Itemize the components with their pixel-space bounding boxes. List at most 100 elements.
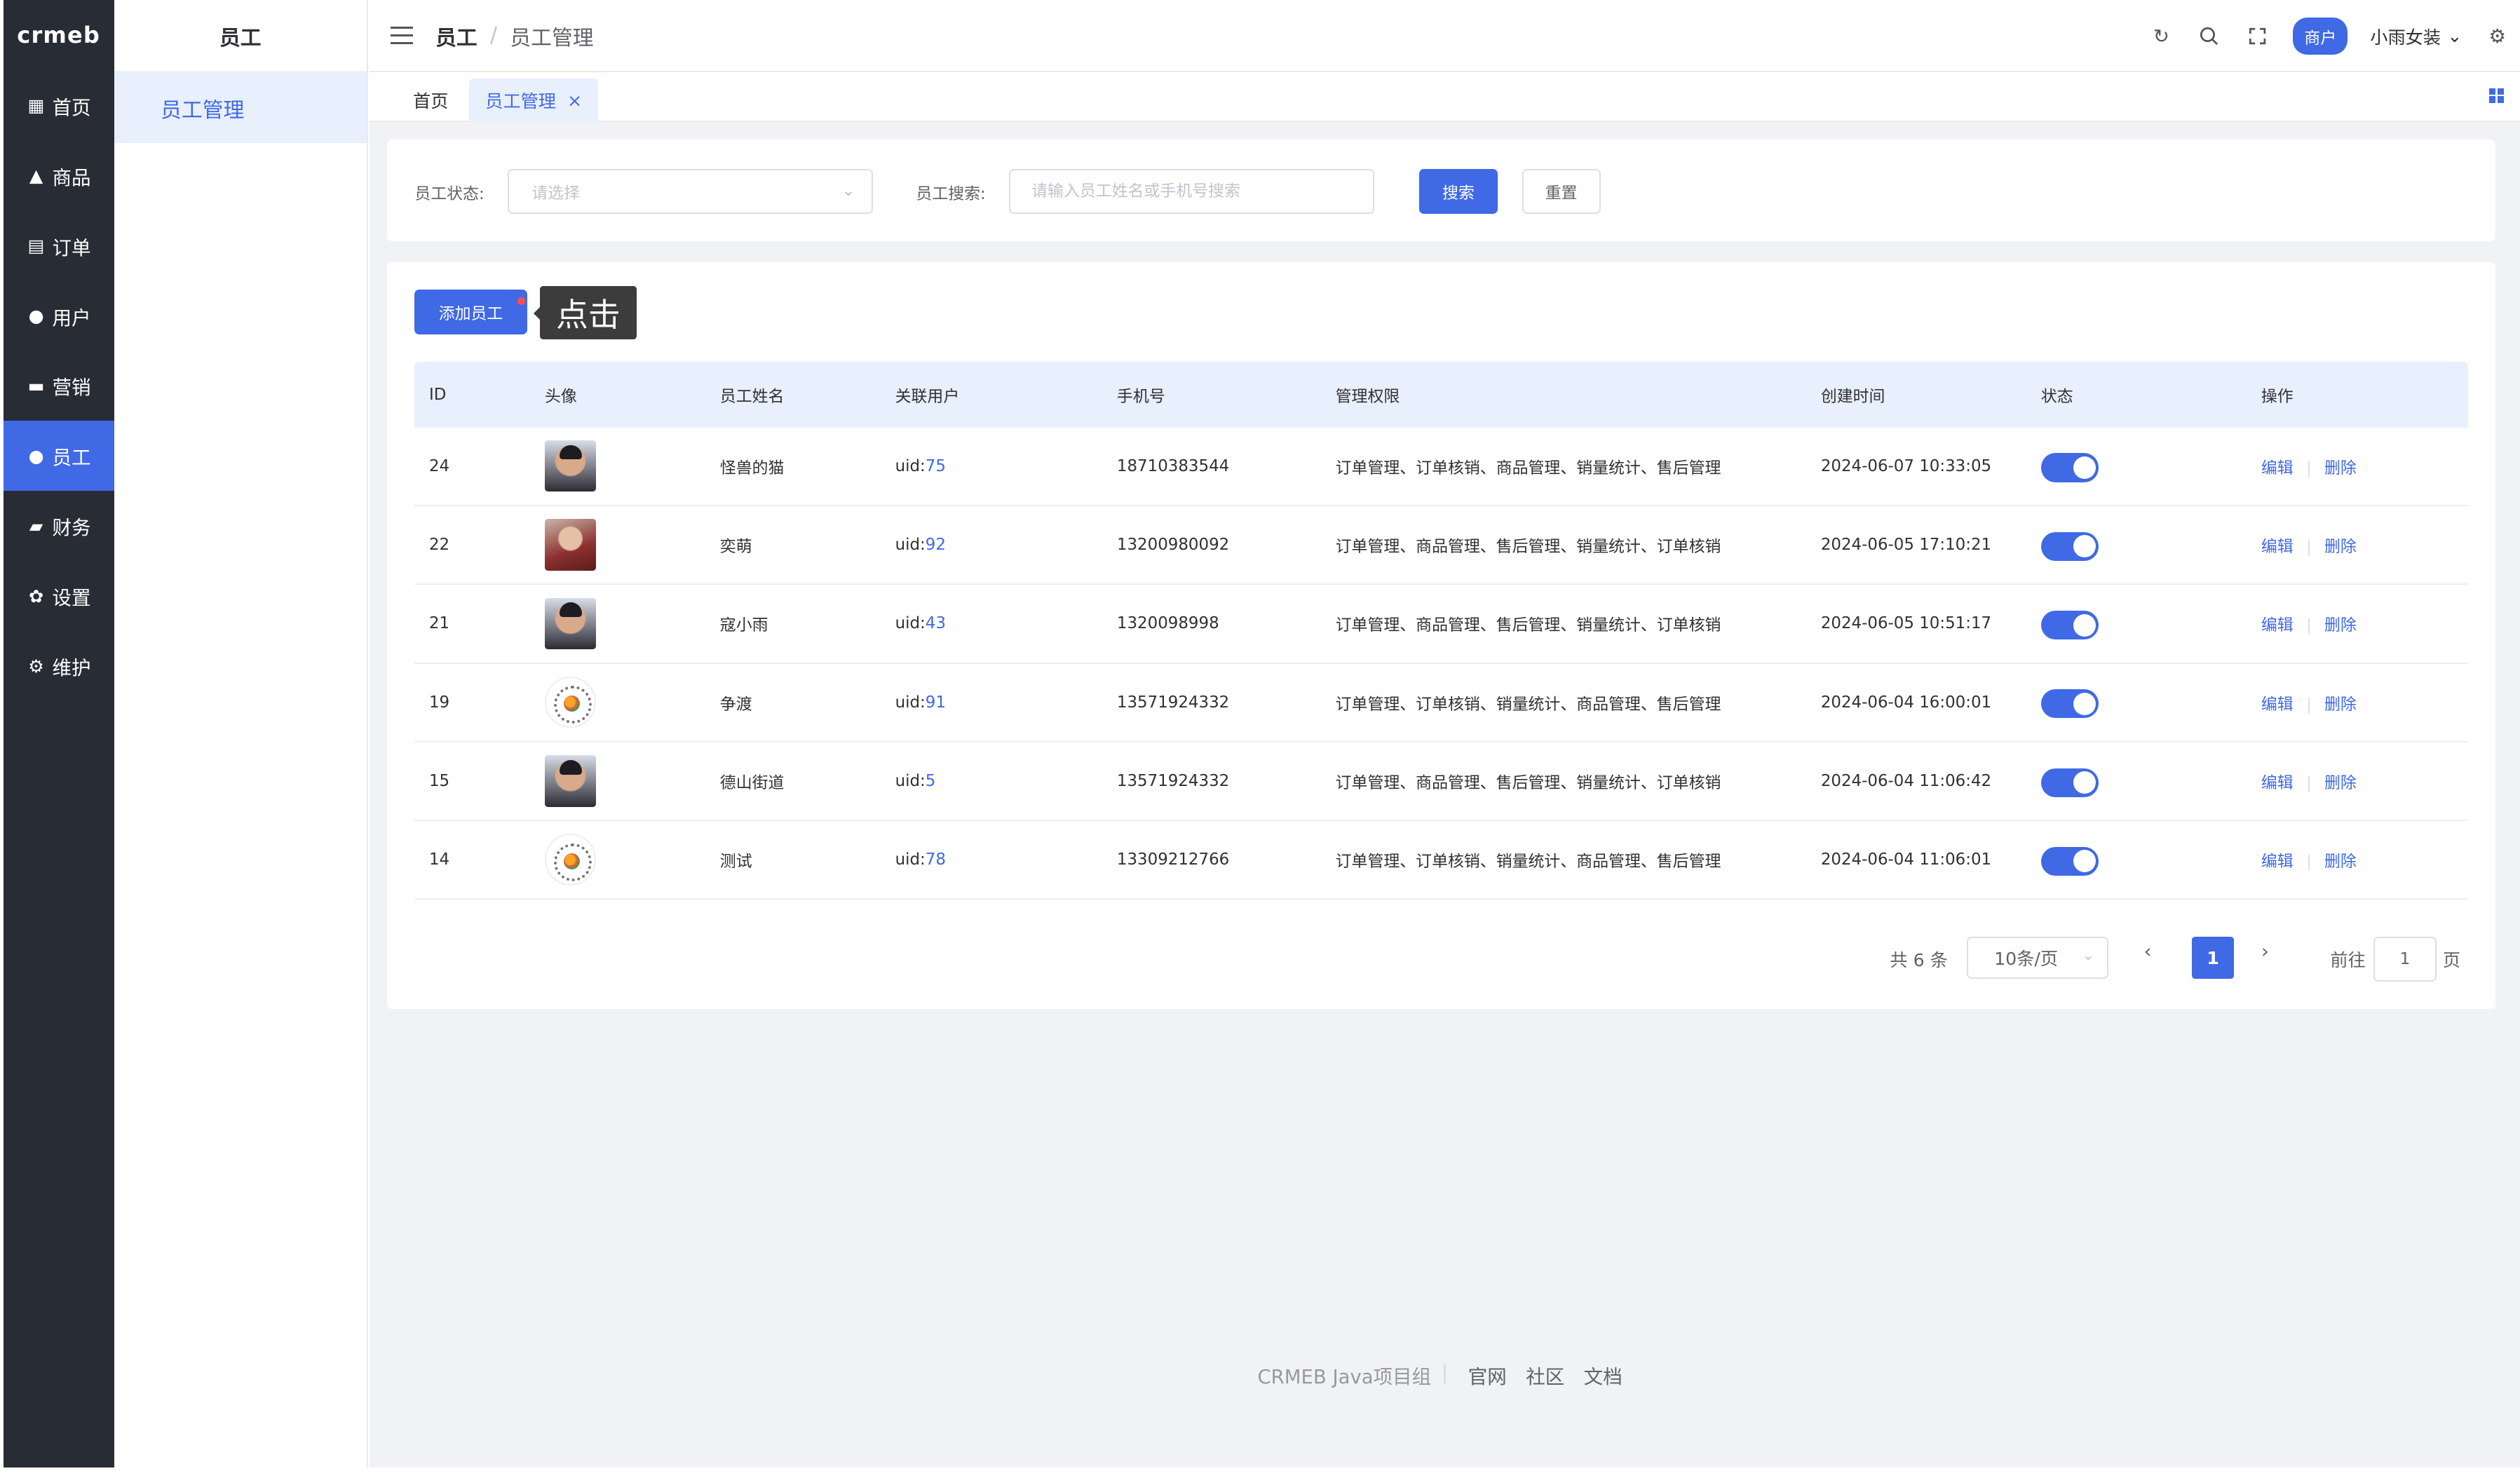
refresh-icon[interactable]: ↻ xyxy=(2148,23,2174,49)
status-toggle[interactable] xyxy=(2040,846,2099,876)
col-header-created: 创建时间 xyxy=(1820,387,1885,406)
col-header-permissions: 管理权限 xyxy=(1335,387,1400,406)
staff-search-input[interactable] xyxy=(1009,168,1374,214)
cell-linked-user: uid:78 xyxy=(895,850,946,869)
footer-link-official[interactable]: 官网 xyxy=(1468,1361,1507,1389)
nav-item-icon: ● xyxy=(28,306,44,327)
cell-name: 寇小雨 xyxy=(719,616,768,635)
sub-sidebar-title: 员工 xyxy=(114,0,367,73)
cell-permissions: 订单管理、商品管理、售后管理、销量统计、订单核销 xyxy=(1335,616,1721,635)
breadcrumb: 员工 / 员工管理 xyxy=(435,20,593,51)
staff-table: ID 头像 员工姓名 关联用户 手机号 管理权限 创建时间 状态 操作 24 怪兽… xyxy=(414,361,2469,900)
search-button[interactable]: 搜索 xyxy=(1418,168,1498,214)
table-row: 15 德山街道 uid:5 13571924332 订单管理、商品管理、售后管理、销量统… xyxy=(414,743,2469,822)
main-area: 员工 / 员工管理 ↻ 商户 小雨女装 ⌄ ⚙ 首页 员工管理 × 员工状态: … xyxy=(370,0,2520,1467)
col-header-id: ID xyxy=(428,385,447,404)
menu-toggle-icon[interactable] xyxy=(390,26,414,45)
chevron-down-icon: ⌄ xyxy=(2447,26,2463,47)
header-actions: ↻ 商户 小雨女装 ⌄ ⚙ xyxy=(2148,0,2510,72)
cell-created-time: 2024-06-05 10:51:17 xyxy=(1820,614,1992,633)
col-header-status: 状态 xyxy=(2040,387,2073,406)
delete-link[interactable]: 删除 xyxy=(2324,459,2357,477)
nav-item-icon: ▬ xyxy=(27,375,45,396)
main-nav-item[interactable]: ▲ 商品 xyxy=(4,141,114,211)
main-nav-item[interactable]: ● 员工 xyxy=(3,421,114,492)
col-header-avatar: 头像 xyxy=(544,387,577,406)
avatar xyxy=(544,440,597,492)
edit-link[interactable]: 编辑 xyxy=(2261,853,2294,871)
cell-linked-user: uid:92 xyxy=(895,536,946,554)
tabs-menu-grid-icon[interactable] xyxy=(2489,88,2504,103)
nav-item-label: 商品 xyxy=(52,166,91,189)
cell-id: 22 xyxy=(428,536,450,555)
page-number-current[interactable]: 1 xyxy=(2192,937,2234,979)
goto-label: 前往 xyxy=(2330,949,2366,970)
status-toggle[interactable] xyxy=(2040,689,2099,719)
table-row: 22 奕萌 uid:92 13200980092 订单管理、商品管理、售后管理、销量统计… xyxy=(414,506,2469,585)
action-separator: | xyxy=(2305,695,2312,714)
breadcrumb-item-staff[interactable]: 员工 xyxy=(435,20,477,51)
cell-linked-user: uid:43 xyxy=(895,614,946,632)
page-suffix-label: 页 xyxy=(2442,949,2461,970)
sub-sidebar-item-staff-management[interactable]: 员工管理 xyxy=(114,72,367,143)
footer-link-community[interactable]: 社区 xyxy=(1526,1361,1564,1389)
fullscreen-icon[interactable] xyxy=(2245,23,2271,49)
edit-link[interactable]: 编辑 xyxy=(2261,459,2294,477)
action-separator: | xyxy=(2305,773,2312,792)
footer-link-docs[interactable]: 文档 xyxy=(1584,1361,1623,1389)
main-nav-item[interactable]: ▤ 订单 xyxy=(4,211,114,281)
main-nav-item[interactable]: ⚙ 维护 xyxy=(4,631,114,701)
cell-actions: 编辑 | 删除 xyxy=(2261,769,2357,793)
prev-page-icon[interactable]: ‹ xyxy=(2144,940,2152,963)
page-size-select[interactable]: 10条/页 ⌄ xyxy=(1967,937,2109,979)
delete-link[interactable]: 删除 xyxy=(2324,696,2357,714)
edit-link[interactable]: 编辑 xyxy=(2261,538,2294,556)
app-root: crmeb ▦ 首页 ▲ 商品 ▤ 订单 ● 用户 ▬ 营销 ● 员工 ▰ 财务 ✿ 设置 ⚙ 维护 员工 员工管… xyxy=(0,0,2520,1470)
delete-link[interactable]: 删除 xyxy=(2324,774,2357,792)
settings-gear-icon[interactable]: ⚙ xyxy=(2484,23,2510,49)
status-select[interactable]: 请选择 ⌄ xyxy=(508,168,873,214)
edit-link[interactable]: 编辑 xyxy=(2261,774,2294,792)
cell-phone: 13309212766 xyxy=(1116,850,1230,869)
delete-link[interactable]: 删除 xyxy=(2324,616,2357,635)
edit-link[interactable]: 编辑 xyxy=(2261,696,2294,714)
main-nav-item[interactable]: ▬ 营销 xyxy=(4,351,114,421)
filter-card: 员工状态: 请选择 ⌄ 员工搜索: 搜索 重置 xyxy=(387,140,2496,241)
delete-link[interactable]: 删除 xyxy=(2324,853,2357,871)
table-body: 24 怪兽的猫 uid:75 18710383544 订单管理、订单核销、商品管理、销量… xyxy=(414,428,2469,900)
uid-value: 75 xyxy=(925,456,946,475)
add-staff-button[interactable]: 添加员工 xyxy=(414,289,527,334)
reset-button[interactable]: 重置 xyxy=(1522,168,1601,214)
cell-actions: 编辑 | 删除 xyxy=(2261,691,2357,714)
status-toggle[interactable] xyxy=(2040,453,2099,482)
next-page-icon[interactable]: › xyxy=(2261,940,2269,963)
tab-staff-management[interactable]: 员工管理 × xyxy=(469,79,599,123)
main-nav-item[interactable]: ● 用户 xyxy=(4,281,114,351)
cell-permissions: 订单管理、订单核销、销量统计、商品管理、售后管理 xyxy=(1335,695,1721,714)
search-icon[interactable] xyxy=(2197,23,2223,49)
nav-item-icon: ▤ xyxy=(27,236,45,257)
cell-name: 德山街道 xyxy=(719,773,785,792)
avatar xyxy=(544,519,597,571)
edit-link[interactable]: 编辑 xyxy=(2261,616,2294,635)
goto-page-input[interactable] xyxy=(2373,937,2437,982)
close-icon[interactable]: × xyxy=(567,90,582,111)
cell-created-time: 2024-06-04 11:06:01 xyxy=(1820,850,1992,869)
status-toggle[interactable] xyxy=(2040,610,2099,640)
main-nav-item[interactable]: ▰ 财务 xyxy=(4,491,114,561)
cell-name: 争渡 xyxy=(719,695,752,714)
click-hint-tooltip: 点击 xyxy=(533,285,637,339)
delete-link[interactable]: 删除 xyxy=(2324,538,2357,556)
main-nav-item[interactable]: ▦ 首页 xyxy=(4,71,114,141)
breadcrumb-separator: / xyxy=(490,23,498,48)
cell-phone: 13571924332 xyxy=(1116,771,1230,790)
status-toggle[interactable] xyxy=(2040,531,2099,561)
nav-item-label: 设置 xyxy=(52,587,91,610)
cell-id: 15 xyxy=(428,771,450,790)
status-toggle[interactable] xyxy=(2040,768,2099,797)
main-nav-item[interactable]: ✿ 设置 xyxy=(4,561,114,631)
cell-linked-user: uid:75 xyxy=(895,457,946,475)
store-name-dropdown[interactable]: 小雨女装 ⌄ xyxy=(2370,24,2462,49)
uid-prefix: uid: xyxy=(895,693,926,712)
tab-home[interactable]: 首页 xyxy=(397,79,464,122)
